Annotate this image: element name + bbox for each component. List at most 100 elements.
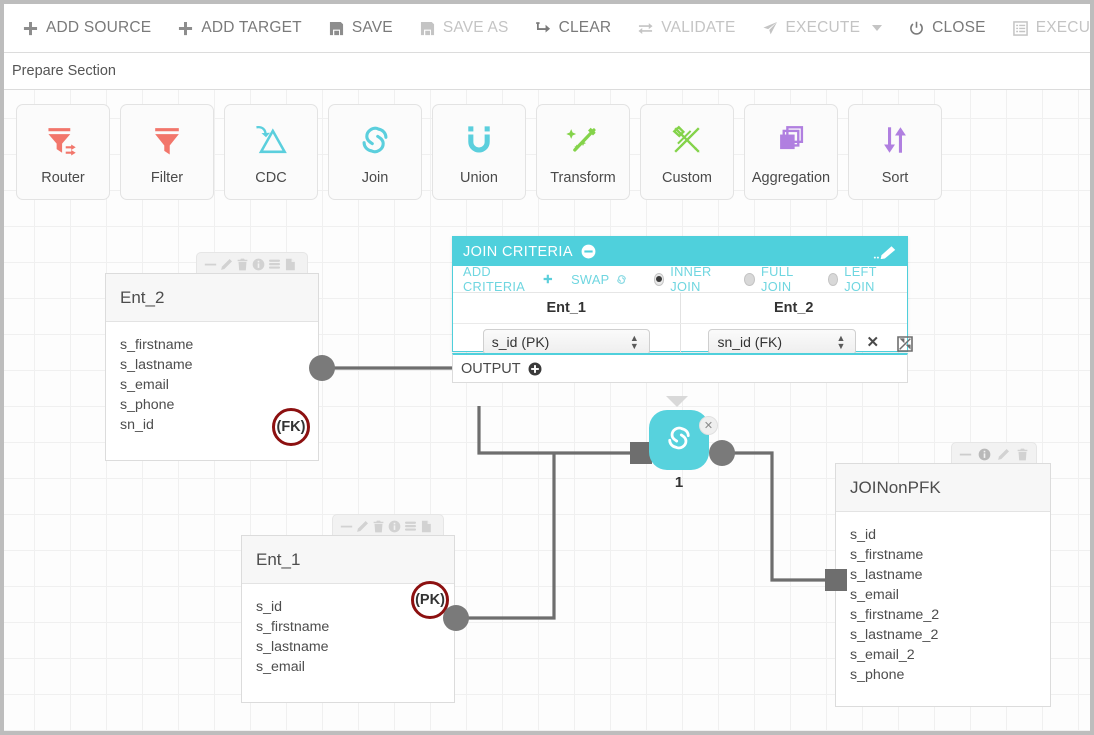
save-button[interactable]: SAVE — [328, 19, 393, 37]
plus-circle-icon[interactable] — [528, 362, 542, 376]
entity-ent1-fields: s_id s_firstname s_lastname s_email (PK) — [242, 581, 454, 691]
join-output-row: OUTPUT — [452, 353, 908, 383]
join-left-field-select[interactable]: s_id (PK) ▲ ▼ — [482, 329, 650, 355]
trash-icon[interactable] — [1016, 448, 1029, 461]
entity-name: Ent_2 — [120, 287, 165, 307]
validate-icon — [637, 20, 654, 37]
database-icon[interactable] — [268, 258, 281, 271]
add-source-button[interactable]: ADD SOURCE — [22, 19, 151, 37]
clear-button[interactable]: CLEAR — [535, 19, 612, 37]
join-criteria-subbar: ADD CRITERIA SWAP INNER JOIN FULL JOIN L… — [453, 264, 907, 294]
database-icon[interactable] — [404, 520, 417, 533]
key-badge-label: (FK) — [276, 419, 306, 435]
join-criteria-panel[interactable]: JOIN CRITERIA ADD CRITERIA SWAP INNER JO… — [452, 236, 913, 383]
file-icon[interactable] — [284, 258, 297, 271]
join-type-inner[interactable]: INNER JOIN — [653, 264, 731, 294]
entity-field: s_firstname — [256, 619, 330, 635]
swap-label: SWAP — [571, 271, 610, 287]
execution-logs-button[interactable]: EXECUTION LOGS — [1012, 19, 1091, 37]
join-output-input-port[interactable] — [825, 569, 847, 591]
pencil-icon[interactable] — [220, 258, 233, 271]
close-icon: ✕ — [703, 420, 714, 432]
join-type-full[interactable]: FULL JOIN — [744, 264, 813, 294]
save-icon — [328, 20, 345, 37]
foreign-key-badge: (FK) — [272, 408, 310, 446]
pencil-icon[interactable] — [997, 448, 1010, 461]
clear-icon — [535, 20, 552, 37]
output-label: OUTPUT — [461, 360, 521, 377]
trash-icon[interactable] — [236, 258, 249, 271]
entity-join-output-title: JOINonPFK — [836, 464, 1050, 512]
ent1-output-port[interactable] — [443, 605, 469, 631]
select-arrow-icon: ▲ ▼ — [836, 333, 846, 351]
entity-ent1[interactable]: Ent_1 s_id s_firstname s_lastname s_emai… — [241, 535, 455, 703]
entity-field: s_email — [256, 659, 305, 675]
ent2-output-port[interactable] — [309, 355, 335, 381]
minus-icon[interactable] — [959, 448, 972, 461]
entity-field: s_phone — [120, 397, 175, 413]
minus-icon[interactable] — [204, 258, 217, 271]
join-node-label: 1 — [674, 474, 684, 491]
entity-field: s_lastname — [120, 357, 193, 373]
entity-field: s_lastname — [850, 567, 923, 583]
resize-handle-icon[interactable] — [896, 335, 914, 358]
pencil-icon[interactable] — [872, 245, 897, 259]
key-badge-label: (PK) — [415, 592, 445, 608]
select-value: s_id (PK) — [491, 334, 550, 350]
execute-icon — [762, 20, 779, 37]
entity-field: s_firstname — [850, 547, 924, 563]
save-label: SAVE — [351, 19, 393, 36]
minus-icon[interactable] — [340, 520, 353, 533]
info-icon[interactable] — [388, 520, 401, 533]
entity-field: s_email — [120, 377, 169, 393]
entity-join-output-fields: s_id s_firstname s_lastname s_email s_fi… — [836, 512, 1050, 699]
join-node-close-button[interactable]: ✕ — [699, 416, 718, 435]
section-title: Prepare Section — [12, 63, 116, 79]
entity-field: s_id — [850, 527, 877, 543]
radio-left-join[interactable] — [827, 272, 839, 286]
entity-ent2[interactable]: Ent_2 s_firstname s_lastname s_email s_p… — [105, 273, 319, 461]
info-icon[interactable] — [978, 448, 991, 461]
join-criteria-columns: Ent_1 Ent_2 — [453, 293, 907, 324]
entity-field: s_firstname — [120, 337, 194, 353]
execution-logs-label: EXECUTION LOGS — [1035, 19, 1091, 36]
entity-field: s_email — [850, 587, 899, 603]
select-arrow-icon: ▲ ▼ — [629, 333, 639, 351]
trash-icon[interactable] — [372, 520, 385, 533]
validate-button[interactable]: VALIDATE — [637, 19, 735, 37]
add-source-label: ADD SOURCE — [46, 19, 152, 36]
close-button[interactable]: CLOSE — [908, 19, 986, 37]
plus-icon — [22, 20, 39, 37]
join-type-left[interactable]: LEFT JOIN — [827, 264, 897, 294]
entity-name: Ent_1 — [256, 549, 301, 569]
entity-ent2-fields: s_firstname s_lastname s_email s_phone s… — [106, 322, 318, 449]
clear-label: CLEAR — [558, 19, 612, 36]
join-type-label: INNER JOIN — [670, 264, 712, 294]
entity-join-output[interactable]: JOINonPFK s_id s_firstname s_lastname s_… — [835, 463, 1051, 707]
swap-button[interactable]: SWAP — [571, 272, 627, 287]
info-icon[interactable] — [252, 258, 265, 271]
select-value: sn_id (FK) — [717, 334, 783, 350]
entity-field: s_email_2 — [850, 647, 915, 663]
join-node-output-port[interactable] — [709, 440, 735, 466]
add-criteria-button[interactable]: ADD CRITERIA — [463, 264, 553, 294]
add-target-label: ADD TARGET — [201, 19, 302, 36]
save-icon — [419, 20, 436, 37]
radio-inner-join[interactable] — [653, 272, 665, 286]
validate-label: VALIDATE — [661, 19, 736, 36]
entity-field: s_lastname — [256, 639, 329, 655]
join-right-field-select[interactable]: sn_id (FK) ▲ ▼ — [708, 329, 857, 355]
minus-circle-icon[interactable] — [581, 244, 596, 259]
add-target-button[interactable]: ADD TARGET — [177, 19, 302, 37]
save-as-button[interactable]: SAVE AS — [419, 19, 509, 37]
pencil-icon[interactable] — [356, 520, 369, 533]
link-icon — [616, 274, 626, 284]
radio-full-join[interactable] — [744, 272, 756, 286]
entity-ent2-title: Ent_2 — [106, 274, 318, 322]
flow-canvas[interactable]: Router Filter CDC Join Union Transform C… — [4, 90, 1090, 731]
logs-icon — [1012, 20, 1029, 37]
file-icon[interactable] — [420, 520, 433, 533]
execute-button[interactable]: EXECUTE — [762, 19, 883, 37]
remove-criteria-button[interactable]: ✕ — [866, 333, 879, 351]
execute-label: EXECUTE — [785, 19, 861, 36]
